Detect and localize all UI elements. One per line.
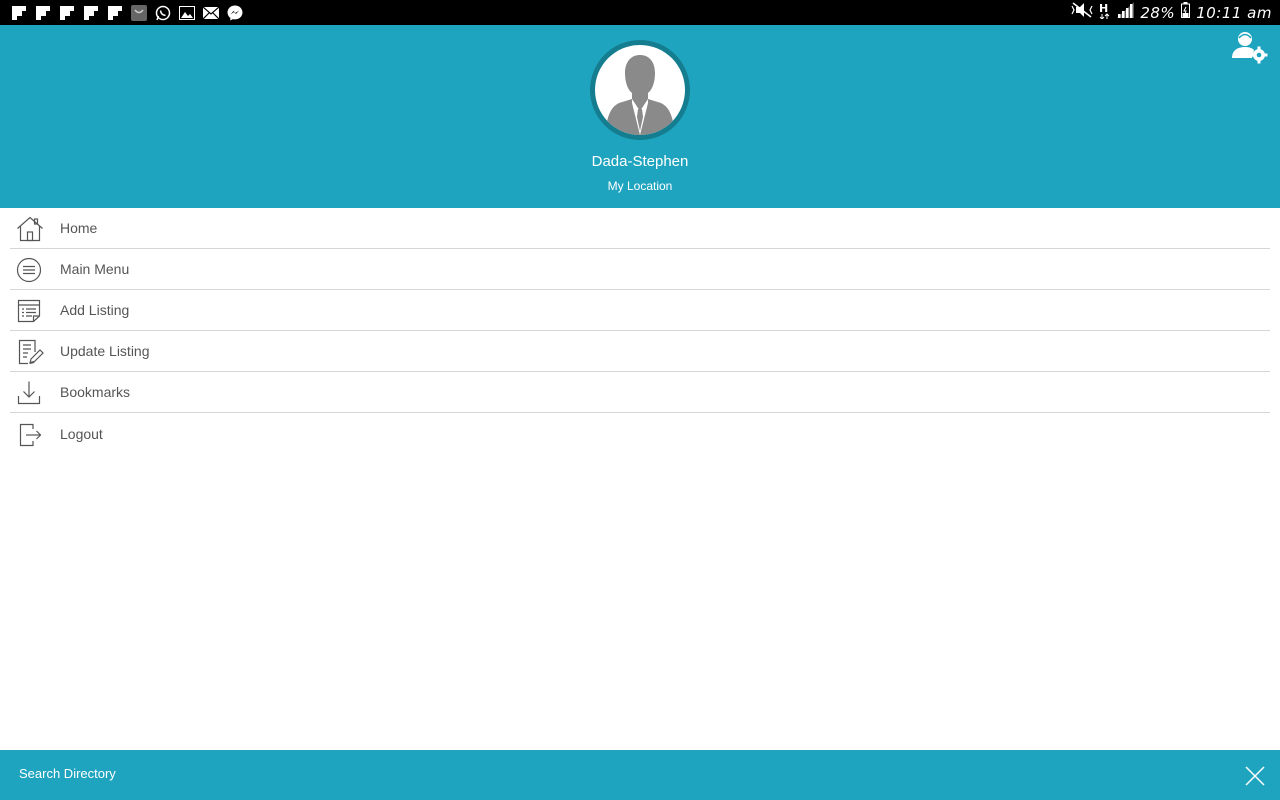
whatsapp-icon	[154, 4, 172, 21]
menu-item-label: Add Listing	[60, 302, 130, 318]
menu-item-label: Home	[60, 220, 98, 236]
menu-item-label: Bookmarks	[60, 384, 131, 400]
navigation-menu: Home Main Menu Add Listing Update Listin…	[10, 208, 1270, 454]
email-icon	[202, 4, 220, 21]
clock: 10:11 am	[1196, 3, 1272, 22]
search-directory-button[interactable]: Search Directory	[19, 766, 116, 781]
menu-item-main-menu[interactable]: Main Menu	[10, 249, 1270, 290]
signal-icon	[1117, 2, 1135, 23]
menu-item-label: Update Listing	[60, 343, 150, 359]
menu-item-home[interactable]: Home	[10, 208, 1270, 249]
flipboard-icon	[58, 4, 76, 21]
menu-item-label: Main Menu	[60, 261, 130, 277]
status-bar: H 28% 10:11 am	[0, 0, 1280, 25]
battery-icon	[1181, 2, 1191, 23]
messenger-icon	[226, 4, 244, 21]
menu-item-add-listing[interactable]: Add Listing	[10, 290, 1270, 331]
flipboard-icon	[106, 4, 124, 21]
user-settings-button[interactable]	[1230, 28, 1270, 64]
menu-icon	[10, 249, 60, 290]
network-type-icon: H	[1099, 2, 1111, 24]
menu-item-bookmarks[interactable]: Bookmarks	[10, 372, 1270, 413]
battery-percent: 28%	[1140, 3, 1176, 22]
close-icon	[1245, 766, 1265, 786]
system-indicators: H 28% 10:11 am	[1071, 2, 1272, 24]
edit-listing-icon	[10, 331, 60, 372]
user-settings-icon	[1232, 32, 1268, 64]
menu-item-update-listing[interactable]: Update Listing	[10, 331, 1270, 372]
flipboard-icon	[82, 4, 100, 21]
close-button[interactable]	[1245, 766, 1265, 786]
menu-item-label: Logout	[60, 425, 103, 442]
profile-location[interactable]: My Location	[0, 179, 1280, 193]
mute-icon	[1071, 2, 1093, 23]
add-listing-icon	[10, 290, 60, 331]
download-icon	[10, 372, 60, 413]
profile-header: Dada-Stephen My Location	[0, 25, 1280, 208]
user-silhouette-icon	[605, 55, 675, 135]
shop-icon	[130, 4, 148, 21]
flipboard-icon	[10, 4, 28, 21]
avatar-image	[595, 45, 685, 135]
notification-icons	[10, 4, 244, 21]
search-bar: Search Directory	[0, 750, 1280, 800]
flipboard-icon	[34, 4, 52, 21]
home-icon	[10, 208, 60, 249]
menu-item-logout[interactable]: Logout	[10, 413, 1270, 454]
profile-name: Dada-Stephen	[591, 153, 689, 170]
gallery-icon	[178, 4, 196, 21]
svg-text:H: H	[1099, 2, 1108, 15]
avatar[interactable]	[590, 40, 690, 140]
logout-icon	[10, 413, 60, 454]
